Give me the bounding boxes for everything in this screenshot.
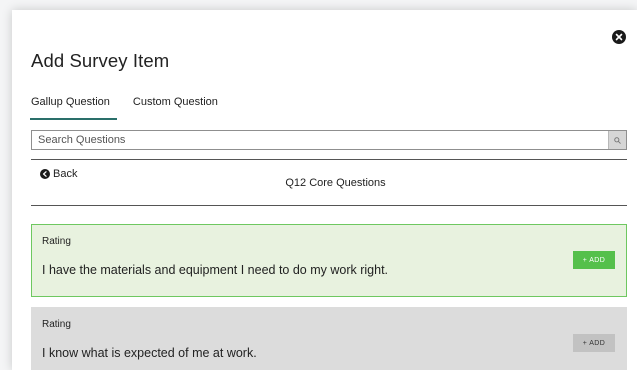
close-icon	[615, 33, 623, 41]
divider-bottom	[31, 205, 627, 206]
search-icon	[614, 136, 621, 144]
divider-top	[31, 159, 627, 160]
question-text: I have the materials and equipment I nee…	[42, 263, 389, 277]
question-type: Rating	[42, 236, 71, 247]
question-text: I know what is expected of me at work.	[42, 346, 257, 360]
question-card: Rating I know what is expected of me at …	[31, 307, 627, 370]
add-survey-item-modal: Add Survey Item Gallup Question Custom Q…	[12, 10, 637, 370]
question-type: Rating	[42, 319, 71, 330]
search-input[interactable]	[32, 131, 608, 149]
section-title: Q12 Core Questions	[285, 177, 386, 189]
tab-custom-question[interactable]: Custom Question	[133, 96, 218, 120]
search-bar	[31, 130, 627, 150]
question-tabs: Gallup Question Custom Question	[30, 96, 241, 120]
search-button[interactable]	[608, 131, 626, 149]
modal-title: Add Survey Item	[31, 50, 170, 71]
tab-gallup-question[interactable]: Gallup Question	[30, 96, 117, 120]
close-button[interactable]	[612, 30, 626, 44]
question-card: Rating I have the materials and equipmen…	[31, 224, 627, 297]
add-question-button[interactable]: + ADD	[573, 251, 615, 269]
add-question-button[interactable]: + ADD	[573, 334, 615, 352]
